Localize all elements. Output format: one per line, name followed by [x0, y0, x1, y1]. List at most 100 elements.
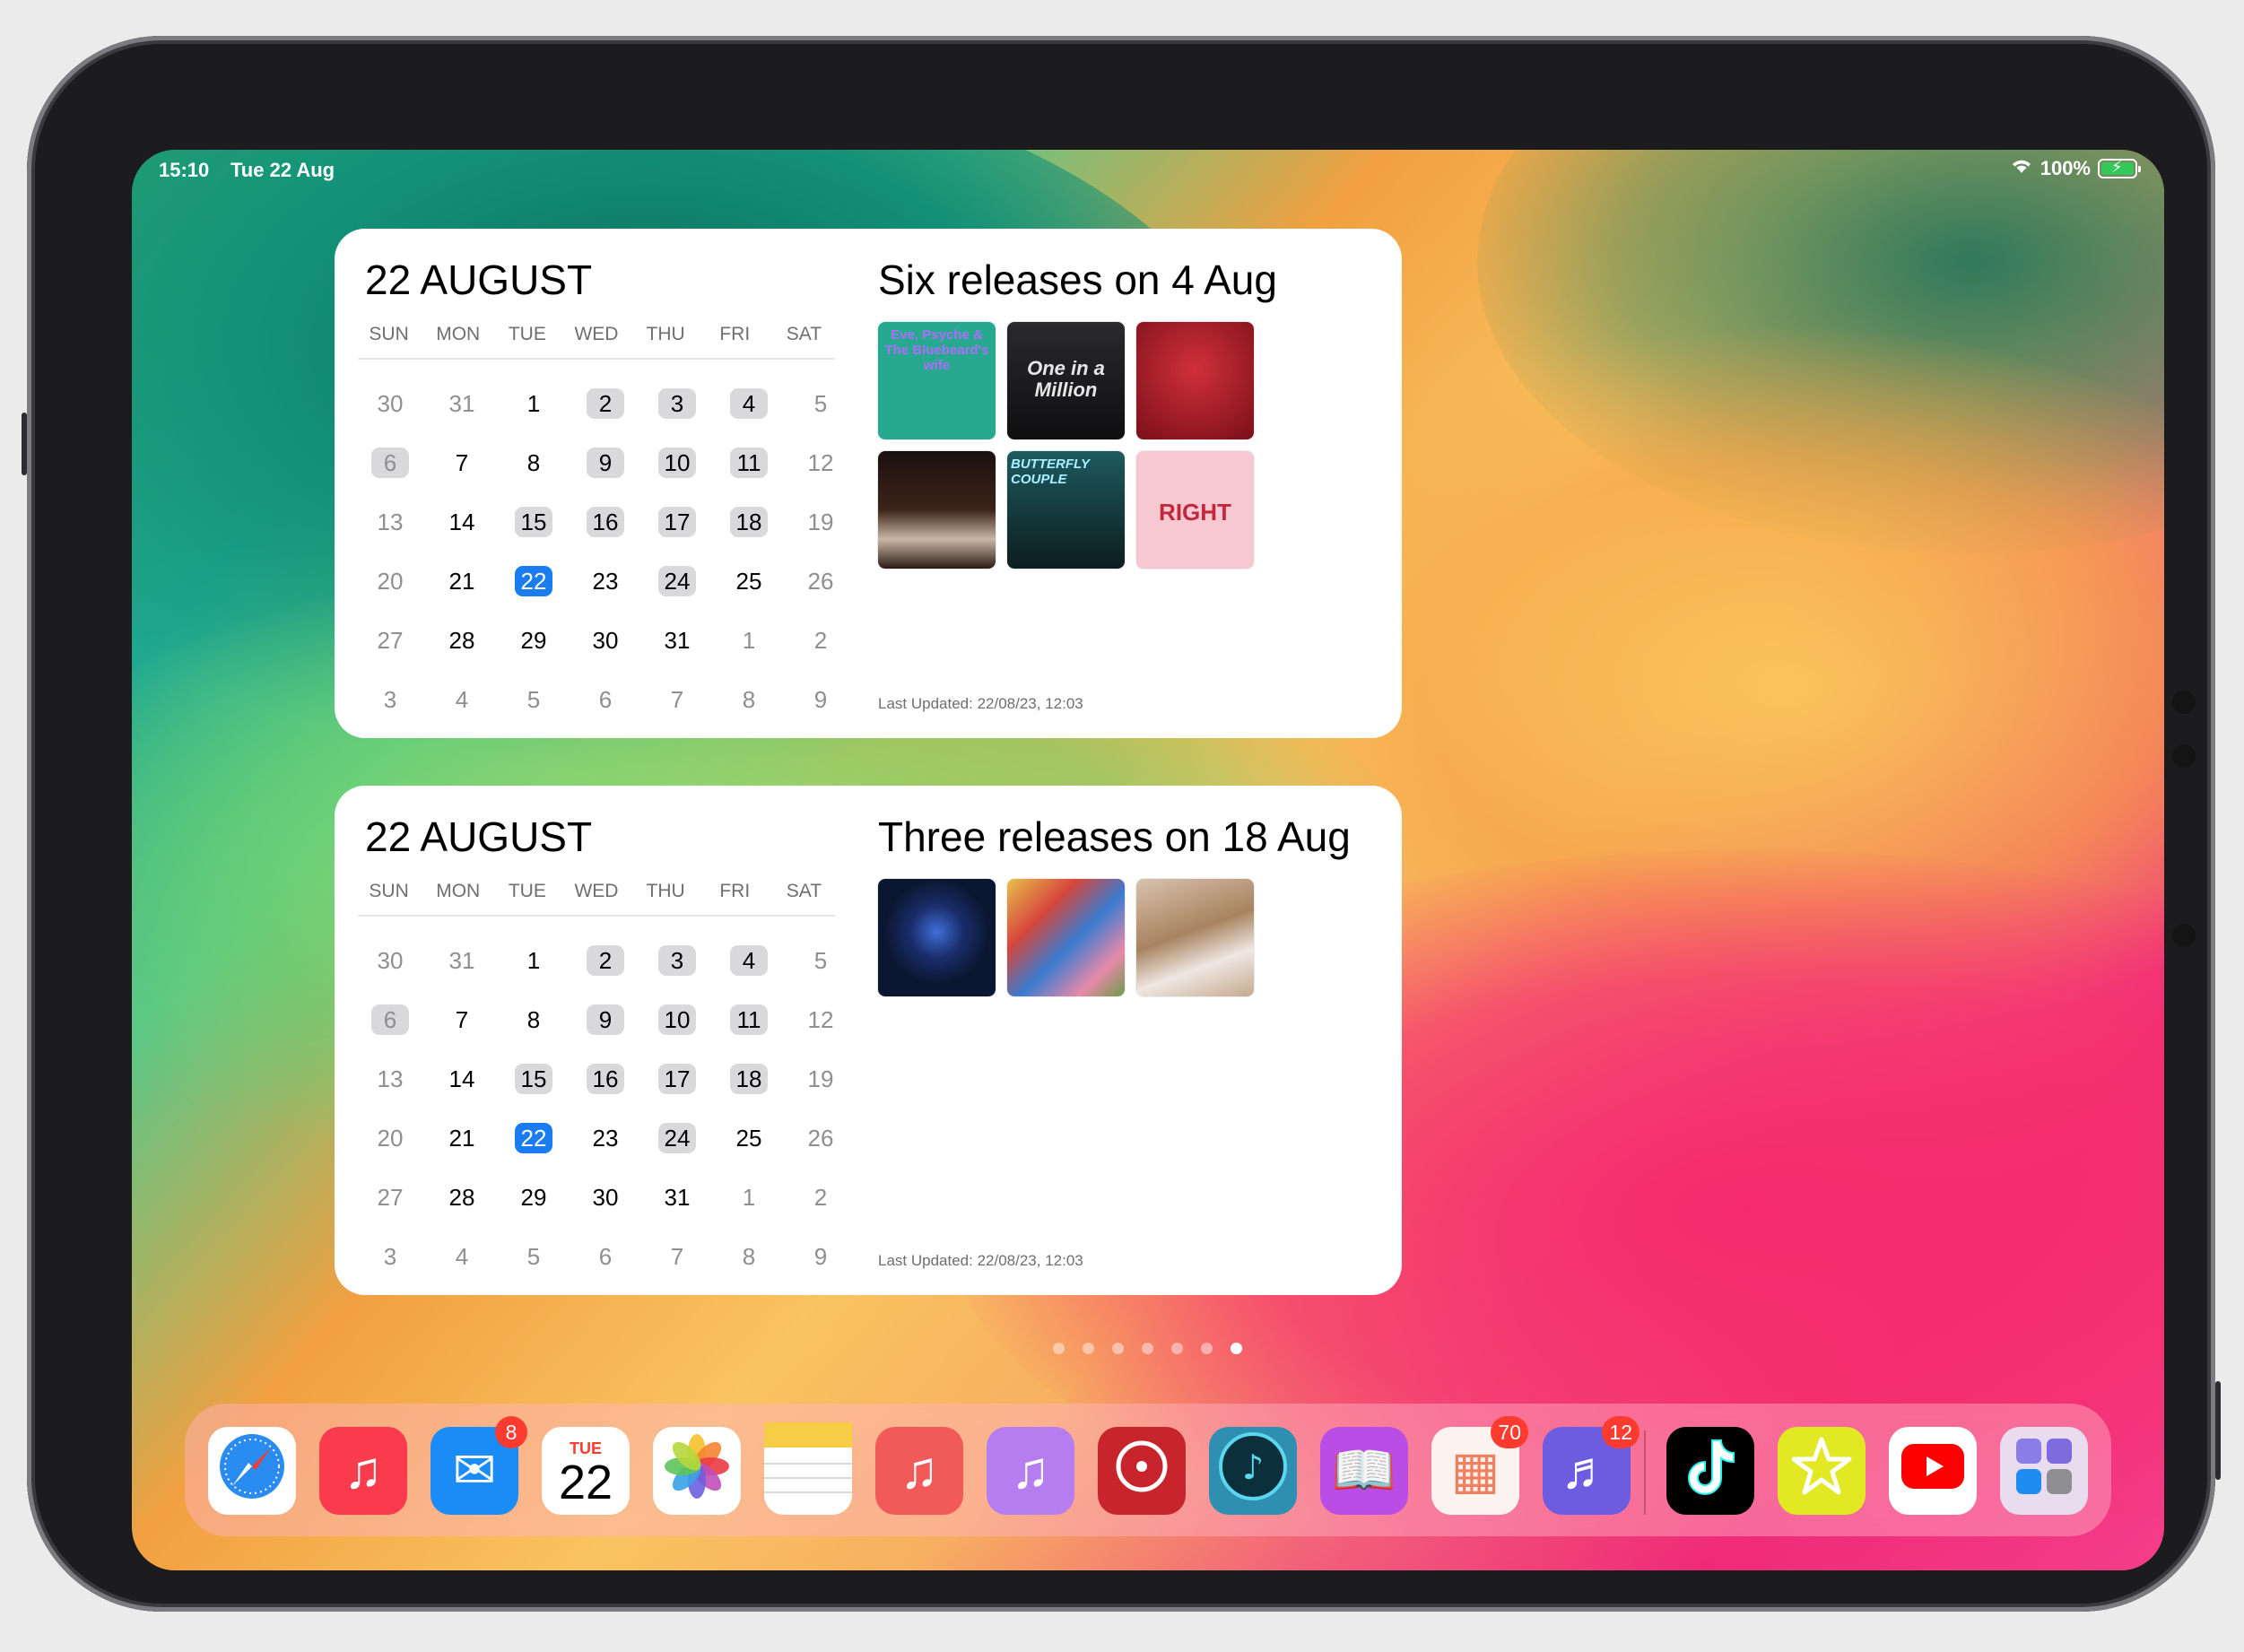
calendar-day[interactable]: 22 [515, 1123, 552, 1153]
calendar-day[interactable]: 31 [658, 625, 696, 656]
cover-red[interactable] [1136, 322, 1254, 439]
calendar-day[interactable]: 5 [515, 684, 552, 715]
calendar-day[interactable]: 6 [371, 448, 409, 478]
calendar-day[interactable]: 2 [587, 945, 624, 976]
page-dot[interactable] [1053, 1343, 1065, 1354]
calendar-day[interactable]: 3 [658, 945, 696, 976]
calendar-day[interactable]: 18 [730, 507, 768, 537]
calendar-day[interactable]: 2 [802, 625, 839, 656]
calendar-day[interactable]: 16 [587, 1064, 624, 1094]
calendar-day[interactable]: 17 [658, 1064, 696, 1094]
stars-app[interactable] [1778, 1427, 1866, 1515]
calendar-day[interactable]: 31 [443, 388, 481, 419]
calendar-day[interactable]: 24 [658, 1123, 696, 1153]
page-dot[interactable] [1112, 1343, 1124, 1354]
calendar-day[interactable]: 30 [587, 1182, 624, 1213]
cover-butterfly-couple[interactable]: BUTTERFLY COUPLE [1007, 451, 1125, 569]
page-dot[interactable] [1201, 1343, 1213, 1354]
calendar-day[interactable]: 7 [443, 1004, 481, 1035]
music-box-app[interactable]: ♬ 12 [1543, 1416, 1640, 1515]
calendar-day[interactable]: 19 [802, 1064, 839, 1094]
mail-app[interactable]: ✉ 8 [431, 1416, 527, 1515]
calendar-day[interactable]: 17 [658, 507, 696, 537]
calendar-day[interactable]: 9 [802, 1241, 839, 1272]
calendar-day[interactable]: 3 [371, 684, 409, 715]
calendar-day[interactable]: 28 [443, 1182, 481, 1213]
calendar-day[interactable]: 16 [587, 507, 624, 537]
music-alt-app[interactable]: ♫ [875, 1427, 963, 1515]
calendar-day[interactable]: 1 [515, 388, 552, 419]
audiobooks-app[interactable]: 📖 [1320, 1427, 1408, 1515]
guitar-app[interactable]: ♪ [1209, 1427, 1297, 1515]
calendar-day[interactable]: 26 [802, 1123, 839, 1153]
calendar-day[interactable]: 31 [443, 945, 481, 976]
notes-app[interactable] [764, 1422, 852, 1515]
calendar-day[interactable]: 30 [371, 945, 409, 976]
calendar-day[interactable]: 13 [371, 1064, 409, 1094]
calendar-day[interactable]: 6 [587, 684, 624, 715]
calendar-day[interactable]: 7 [443, 448, 481, 478]
planner-app[interactable]: ▦ 70 [1431, 1416, 1528, 1515]
calendar-day[interactable]: 25 [730, 566, 768, 596]
calendar-day[interactable]: 28 [443, 625, 481, 656]
calendar-day[interactable]: 7 [658, 684, 696, 715]
page-dot[interactable] [1171, 1343, 1183, 1354]
calendar-day[interactable]: 10 [658, 448, 696, 478]
cover-blue-heart[interactable] [878, 879, 996, 996]
calendar-day[interactable]: 5 [802, 388, 839, 419]
calendar-day[interactable]: 12 [802, 1004, 839, 1035]
calendar-day[interactable]: 9 [587, 448, 624, 478]
calendar-day[interactable]: 27 [371, 625, 409, 656]
calendar-day[interactable]: 20 [371, 1123, 409, 1153]
calendar-day[interactable]: 2 [587, 388, 624, 419]
calendar-day[interactable]: 4 [443, 684, 481, 715]
calendar-day[interactable]: 8 [730, 1241, 768, 1272]
photos-app[interactable] [653, 1427, 741, 1515]
calendar-day[interactable]: 21 [443, 1123, 481, 1153]
calendar-day[interactable]: 4 [730, 945, 768, 976]
itunes-app[interactable]: ♫ [987, 1427, 1074, 1515]
page-dot[interactable] [1231, 1343, 1242, 1354]
calendar-day[interactable]: 12 [802, 448, 839, 478]
record-app[interactable] [1098, 1427, 1186, 1515]
page-dot[interactable] [1142, 1343, 1153, 1354]
calendar-day[interactable]: 11 [730, 448, 768, 478]
page-indicator[interactable] [1053, 1343, 1242, 1354]
calendar-day[interactable]: 15 [515, 507, 552, 537]
calendar-day[interactable]: 23 [587, 566, 624, 596]
cover-one-in-a-million[interactable]: One in a Million [1007, 322, 1125, 439]
calendar-day[interactable]: 19 [802, 507, 839, 537]
calendar-day[interactable]: 26 [802, 566, 839, 596]
calendar-day[interactable]: 25 [730, 1123, 768, 1153]
calendar-day[interactable]: 18 [730, 1064, 768, 1094]
cover-pink-right[interactable]: RIGHT [1136, 451, 1254, 569]
calendar-day[interactable]: 9 [587, 1004, 624, 1035]
calendar-day[interactable]: 5 [802, 945, 839, 976]
youtube-app[interactable] [1889, 1427, 1977, 1515]
calendar-day[interactable]: 20 [371, 566, 409, 596]
calendar-day[interactable]: 8 [730, 684, 768, 715]
calendar-day[interactable]: 11 [730, 1004, 768, 1035]
calendar-app[interactable]: TUE 22 [542, 1427, 630, 1515]
calendar-day[interactable]: 30 [587, 625, 624, 656]
calendar-day[interactable]: 2 [802, 1182, 839, 1213]
calendar-day[interactable]: 22 [515, 566, 552, 596]
calendar-day[interactable]: 4 [443, 1241, 481, 1272]
calendar-day[interactable]: 6 [371, 1004, 409, 1035]
release-calendar-widget-2[interactable]: 22 AUGUST SUN MON TUE WED THU FRI SAT 30… [335, 786, 1402, 1295]
calendar-day[interactable]: 31 [658, 1182, 696, 1213]
safari-app[interactable] [208, 1427, 296, 1515]
tiktok-app[interactable] [1666, 1427, 1754, 1515]
calendar-day[interactable]: 1 [730, 1182, 768, 1213]
calendar-day[interactable]: 1 [515, 945, 552, 976]
calendar-day[interactable]: 1 [730, 625, 768, 656]
cover-eve-psyche[interactable]: Eve, Psyche & The Bluebeard's wife [878, 322, 996, 439]
calendar-day[interactable]: 8 [515, 448, 552, 478]
cover-collage[interactable] [1007, 879, 1125, 996]
calendar-day[interactable]: 23 [587, 1123, 624, 1153]
calendar-day[interactable]: 3 [371, 1241, 409, 1272]
calendar-day[interactable]: 3 [658, 388, 696, 419]
calendar-day[interactable]: 27 [371, 1182, 409, 1213]
calendar-day[interactable]: 5 [515, 1241, 552, 1272]
music-app[interactable]: ♫ [319, 1427, 407, 1515]
